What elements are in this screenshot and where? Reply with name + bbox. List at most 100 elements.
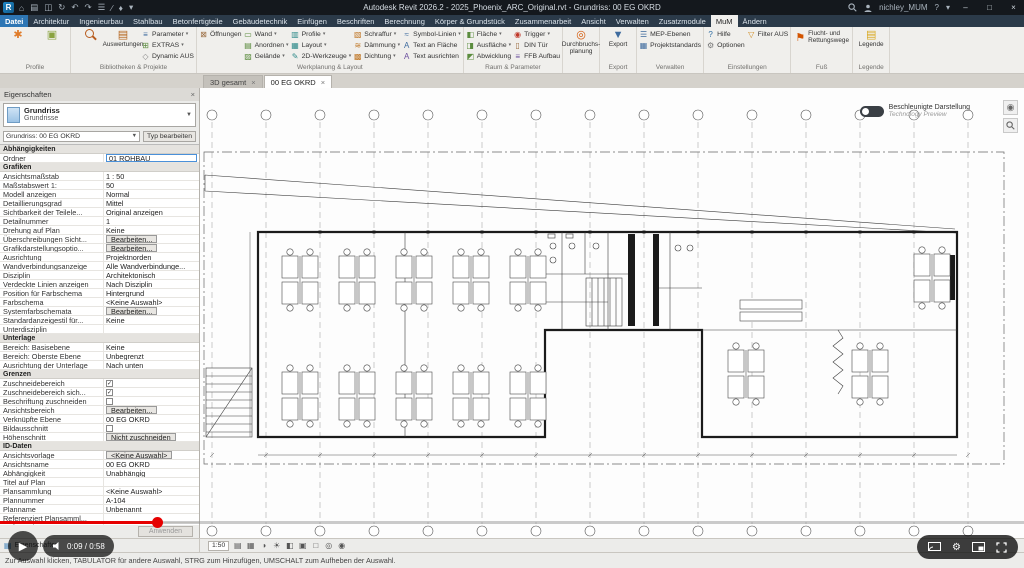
property-value[interactable] — [104, 478, 199, 486]
shadows-icon[interactable]: ◧ — [284, 540, 295, 551]
property-value[interactable]: Original anzeigen — [104, 208, 199, 216]
property-value[interactable]: Unbenannt — [104, 505, 199, 513]
section-unterlage[interactable]: Unterlage — [0, 334, 199, 343]
property-value[interactable]: <Keine Auswahl> — [104, 298, 199, 306]
property-value[interactable]: Unbegrenzt — [104, 352, 199, 360]
filter-aus-button[interactable]: ▽ Filter AUS — [747, 29, 788, 39]
checkbox[interactable]: ✓ — [106, 388, 113, 396]
qat-measure-icon[interactable]: ∕ — [111, 3, 112, 13]
accelerated-graphics-toggle[interactable]: Beschleunigte Darstellung Technology Pre… — [859, 104, 970, 118]
property-value[interactable]: Unabhängig — [104, 469, 199, 477]
apply-button[interactable]: Anwenden — [137, 526, 193, 537]
type-selector[interactable]: Grundriss Grundrisse ▼ — [3, 103, 196, 127]
checkbox[interactable] — [106, 424, 113, 432]
property-value[interactable]: Mittel — [104, 199, 199, 207]
auswertungen-button[interactable]: ▤ Auswertungen — [103, 28, 144, 49]
ribbon-tab-betonfertigteile[interactable]: Betonfertigteile — [168, 15, 228, 27]
property-value[interactable]: Bearbeiten... — [104, 235, 199, 243]
qat-tag-icon[interactable]: ♦ — [119, 3, 123, 13]
profile-button[interactable]: ▥ Profile ▾ — [291, 29, 352, 39]
ausfläche-button[interactable]: ◨ Ausfläche ▾ — [466, 40, 511, 50]
volume-icon[interactable] — [52, 541, 62, 551]
property-value[interactable]: Bearbeiten... — [104, 307, 199, 315]
qat-save-icon[interactable]: ◫ — [44, 2, 52, 13]
dynamic-aus-button[interactable]: ◇ Dynamic AUS — [141, 51, 194, 61]
layout-button[interactable]: ▦ Layout ▾ — [291, 40, 352, 50]
detail-level-icon[interactable]: ▦ — [245, 540, 256, 551]
type-combo[interactable]: Grundriss: 00 EG OKRD ▼ — [3, 130, 141, 142]
trigger-button[interactable]: ◉ Trigger ▾ — [513, 29, 560, 39]
ribbon-tab-zusammenarbeit[interactable]: Zusammenarbeit — [510, 15, 576, 27]
reveal-hidden-icon[interactable]: ◉ — [336, 540, 347, 551]
ribbon-tab-ansicht[interactable]: Ansicht — [576, 15, 611, 27]
text-an-fläche-button[interactable]: A Text an Fläche — [402, 40, 461, 50]
symbol-linien-button[interactable]: ≈ Symbol-Linien ▾ — [402, 29, 460, 39]
qat-redo-icon[interactable]: ↷ — [84, 2, 91, 13]
section-abhängigkeiten[interactable]: Abhängigkeiten — [0, 145, 199, 154]
property-value[interactable]: Hintergrund — [104, 289, 199, 297]
text-ausrichten-button[interactable]: A Text ausrichten — [402, 51, 461, 61]
profil-werkzeug-2-button[interactable]: ▣ — [36, 28, 68, 41]
property-value[interactable]: ✓ — [104, 388, 199, 396]
property-value[interactable] — [104, 424, 199, 432]
ffb-aufbau-button[interactable]: ≡ FFB Aufbau — [513, 51, 560, 61]
property-value[interactable]: 1 : 50 — [104, 172, 199, 180]
property-value[interactable]: 1 — [104, 217, 199, 225]
edit-type-button[interactable]: Typ bearbeiten — [143, 130, 196, 142]
drawing-area[interactable]: Beschleunigte Darstellung Technology Pre… — [200, 88, 1024, 538]
zoom-tool-icon[interactable] — [1003, 118, 1018, 133]
durchbruchsplanung-button[interactable]: ◎ Durchbruchs-planung — [562, 28, 600, 55]
property-value[interactable]: <Keine Auswahl> — [104, 487, 199, 495]
caret-down-icon[interactable]: ▾ — [946, 3, 950, 12]
qat-undo-icon[interactable]: ↶ — [71, 2, 78, 13]
ribbon-tab-ingenieurbau[interactable]: Ingenieurbau — [74, 15, 128, 27]
profil-werkzeug-1-button[interactable]: ✱ — [2, 28, 34, 41]
property-value[interactable]: 01 ROHBAU — [104, 154, 199, 162]
property-value[interactable]: Keine — [104, 343, 199, 351]
property-value[interactable]: <Keine Auswahl> — [104, 451, 199, 459]
extras-button[interactable]: ⊞ EXTRAS ▾ — [141, 40, 194, 50]
property-value[interactable]: ✓ — [104, 379, 199, 387]
legende-button[interactable]: ▤ Legende — [855, 28, 887, 49]
ribbon-tab-mum[interactable]: MuM — [710, 15, 738, 27]
ribbon-tab-stahlbau[interactable]: Stahlbau — [128, 15, 168, 27]
ribbon-tab-verwalten[interactable]: Verwalten — [611, 15, 654, 27]
wand-button[interactable]: ▭ Wand ▾ — [244, 29, 289, 39]
scale-button[interactable]: 1:50 — [208, 540, 230, 551]
2d-werkzeuge-button[interactable]: ✎ 2D-Werkzeuge ▾ — [291, 51, 352, 61]
schraffur-button[interactable]: ▧ Schraffur ▾ — [353, 29, 400, 39]
signed-in-user[interactable]: nichley_MUM — [879, 3, 927, 12]
video-progress-handle[interactable] — [151, 517, 163, 528]
video-play-button[interactable]: ▶ — [8, 531, 38, 561]
help-icon[interactable]: ? — [935, 3, 939, 12]
ribbon-tab-datei[interactable]: Datei — [0, 15, 29, 27]
property-value[interactable]: Projektnorden — [104, 253, 199, 261]
section-grenzen[interactable]: Grenzen — [0, 370, 199, 379]
ribbon-tab-zusatzmodule[interactable]: Zusatzmodule — [654, 15, 711, 27]
chevron-down-icon[interactable]: ▼ — [186, 112, 192, 118]
property-value[interactable]: Architektonisch — [104, 271, 199, 279]
crop-view-icon[interactable]: ▣ — [297, 540, 308, 551]
miniplayer-icon[interactable] — [972, 542, 985, 552]
checkbox[interactable]: ✓ — [106, 379, 113, 387]
close-button[interactable]: × — [1005, 0, 1022, 15]
property-value[interactable] — [104, 397, 199, 405]
view-tab-3d-gesamt[interactable]: 3D gesamt × — [203, 75, 263, 88]
close-tab-icon[interactable]: × — [321, 78, 325, 87]
property-value[interactable]: Bearbeiten... — [104, 244, 199, 252]
section-id-daten[interactable]: ID-Daten — [0, 442, 199, 451]
floor-plan-drawing[interactable] — [200, 88, 1024, 538]
abwicklung-button[interactable]: ◩ Abwicklung — [466, 51, 511, 61]
property-value[interactable]: Nicht zuschneiden — [104, 433, 199, 441]
öffnungen-button[interactable]: ⊠ Öffnungen — [199, 29, 241, 39]
settings-gear-icon[interactable]: ⚙ — [952, 542, 961, 553]
mep-ebenen-button[interactable]: ☰ MEP-Ebenen — [639, 29, 701, 39]
ribbon-tab-einfügen[interactable]: Einfügen — [292, 15, 332, 27]
navigation-wheel-icon[interactable]: ◉ — [1003, 100, 1018, 115]
ribbon-tab-architektur[interactable]: Architektur — [28, 15, 74, 27]
search-icon[interactable] — [848, 3, 857, 12]
show-crop-icon[interactable]: □ — [310, 540, 321, 551]
din-tür-button[interactable]: ▯ DIN Tür — [513, 40, 560, 50]
fullscreen-icon[interactable] — [996, 541, 1007, 553]
bibliotheken-suche-button[interactable] — [73, 28, 105, 41]
